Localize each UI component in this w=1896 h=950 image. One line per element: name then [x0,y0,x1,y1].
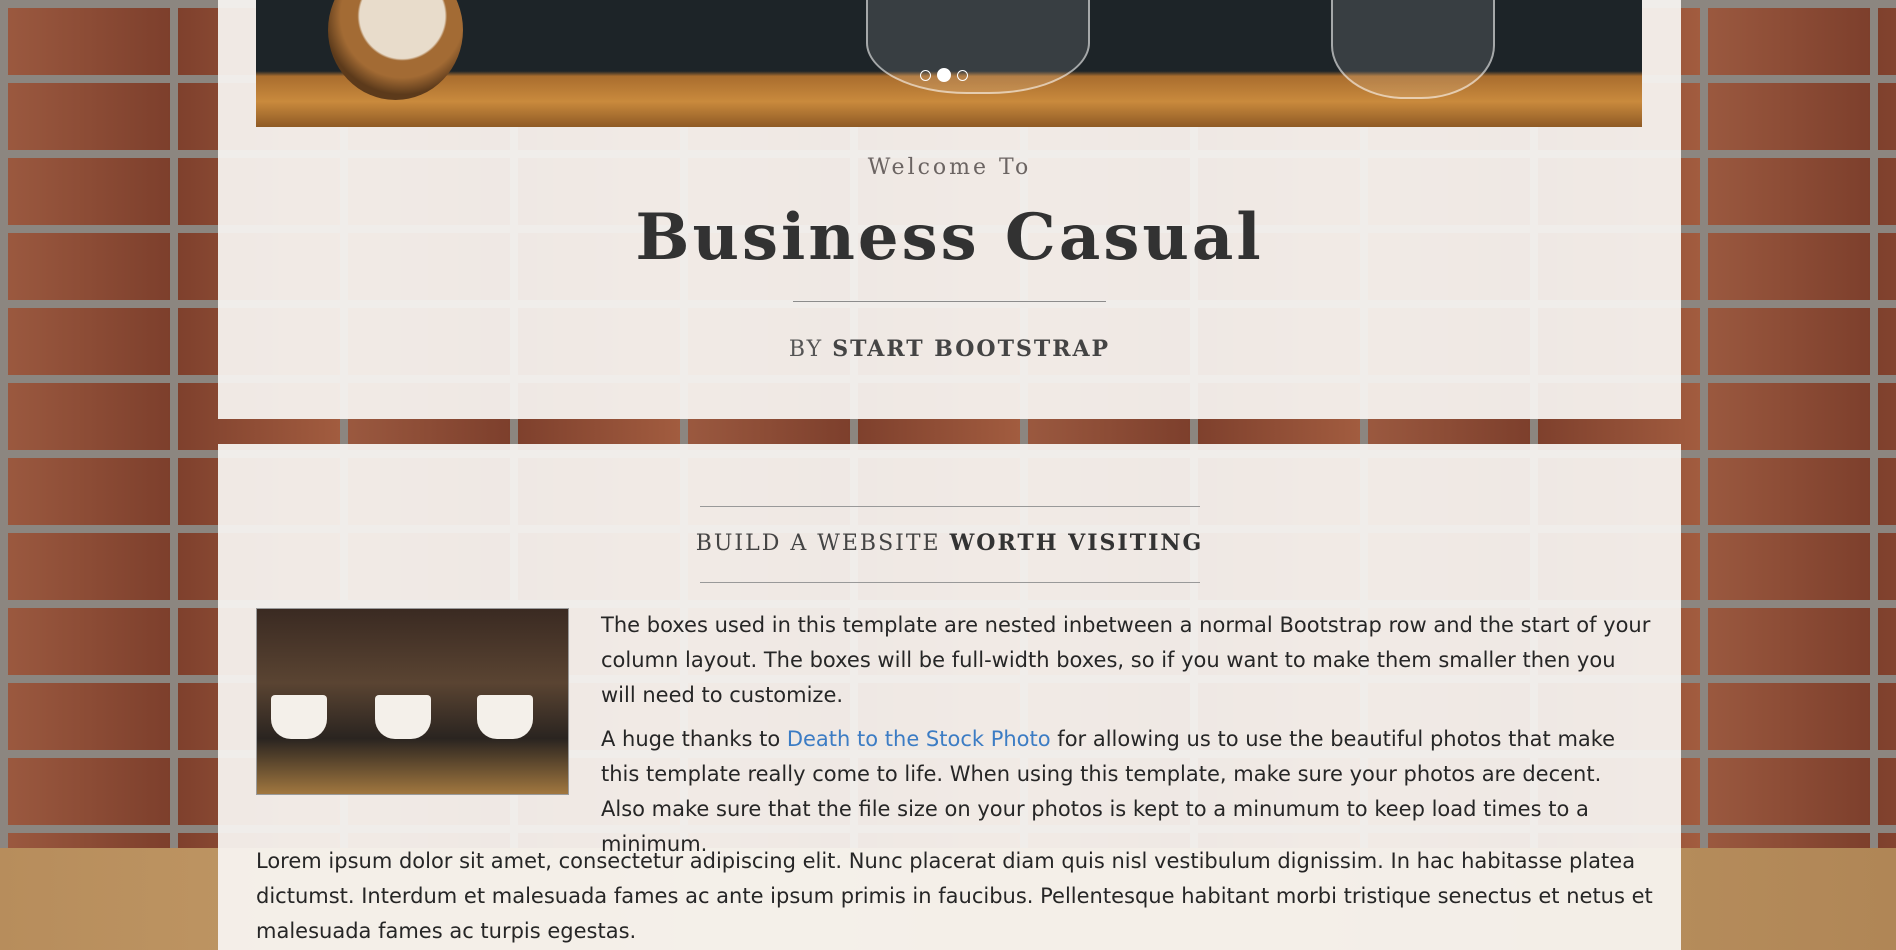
byline-prefix: BY [788,337,824,362]
paragraph-2: A huge thanks to Death to the Stock Phot… [601,722,1651,862]
brand-title: Business Casual [635,200,1264,275]
intro-photo [256,608,569,795]
carousel-slide-image [1331,0,1495,99]
carousel-indicator-3[interactable] [957,69,968,81]
cup-image [477,695,533,739]
intro-box: BUILD A WEBSITE WORTH VISITING The boxes… [218,444,1681,950]
cup-image [271,695,327,739]
paragraph-2-start: A huge thanks to [601,727,787,751]
carousel-indicators [920,68,968,82]
header-box: Welcome To Business Casual BY START BOOT… [218,0,1681,419]
welcome-text: Welcome To [867,155,1032,180]
divider [700,506,1200,507]
stock-photo-link[interactable]: Death to the Stock Photo [787,727,1051,751]
heading-light: BUILD A WEBSITE [695,531,941,556]
carousel-slide-image [328,0,463,100]
byline: BY START BOOTSTRAP [218,336,1681,362]
cup-image [375,695,431,739]
hero-carousel[interactable] [256,0,1642,127]
divider [793,301,1106,302]
divider [700,582,1200,583]
paragraph-1: The boxes used in this template are nest… [601,613,1651,707]
paragraph-3: Lorem ipsum dolor sit amet, consectetur … [256,849,1653,943]
heading-bold: WORTH VISITING [949,530,1204,556]
section-heading: BUILD A WEBSITE WORTH VISITING [218,530,1681,556]
carousel-indicator-1[interactable] [920,69,931,81]
carousel-slide-image [866,0,1090,94]
byline-name: START BOOTSTRAP [832,336,1111,362]
carousel-indicator-2[interactable] [937,68,951,82]
